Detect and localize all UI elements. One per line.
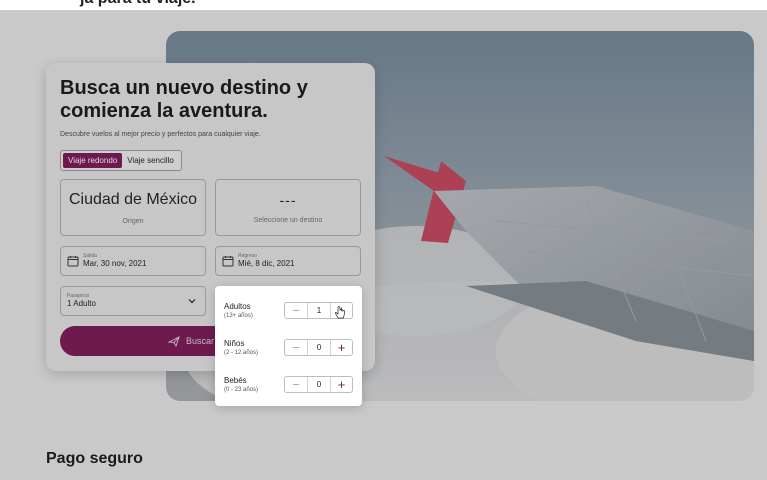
passenger-type-age: (0 - 23 años) [224,386,259,393]
children-count: 0 [307,340,330,355]
return-value: Mié, 8 dic, 2021 [238,259,295,268]
plus-icon[interactable]: + [330,340,352,355]
calendar-icon [67,256,79,267]
trip-type-round[interactable]: Viaje redondo [63,153,123,168]
plane-icon [168,336,180,347]
passenger-row-infants: Bebés (0 - 23 años) − 0 + [224,366,353,403]
departure-value: Mar, 30 nov, 2021 [83,259,147,268]
passenger-type-name: Bebés [224,375,247,385]
passenger-type-age: (13+ años) [224,312,253,319]
departure-date-field[interactable]: Salida Mar, 30 nov, 2021 [60,246,206,276]
origin-value: Ciudad de México [68,190,198,208]
date-row: Salida Mar, 30 nov, 2021 Regreso Mié, 8 … [60,246,361,276]
passenger-type-name: Niños [224,338,245,348]
trip-type-oneway[interactable]: Viaje sencillo [122,153,179,168]
location-row: Ciudad de México Origen --- Seleccione u… [60,179,361,236]
origin-label: Origen [122,217,144,225]
chevron-down-icon [188,299,196,304]
passenger-type-name: Adultos [224,301,251,311]
hero-subtitle: Descubre vuelos al mejor precio y perfec… [60,131,261,138]
infants-count: 0 [307,377,330,392]
return-date-field[interactable]: Regreso Mié, 8 dic, 2021 [215,246,361,276]
destination-field[interactable]: --- Seleccione un destino [215,179,361,236]
hero-title: Busca un nuevo destino y comienza la ave… [60,77,308,122]
minus-icon[interactable]: − [285,340,307,355]
passengers-select[interactable]: Pasajeros 1 Adulto [60,286,206,316]
top-caption-text: ja para tu viaje. [80,0,196,8]
calendar-icon [222,256,234,267]
top-caption: ja para tu viaje. [0,0,767,10]
search-button-label: Buscar [186,336,215,346]
secure-payment-heading: Pago seguro [46,450,143,467]
passengers-value: 1 Adulto [67,299,96,308]
adults-count: 1 [307,303,330,318]
infants-stepper: − 0 + [284,376,353,393]
passenger-type-age: (2 - 12 años) [224,349,259,356]
destination-label: Seleccione un destino [253,216,323,224]
minus-icon[interactable]: − [285,303,307,318]
plus-icon[interactable]: + [330,377,352,392]
passenger-row-children: Niños (2 - 12 años) − 0 + [224,329,353,366]
trip-type-toggle: Viaje redondo Viaje sencillo [60,150,182,171]
hand-cursor-icon [335,306,345,319]
origin-field[interactable]: Ciudad de México Origen [60,179,206,236]
minus-icon[interactable]: − [285,377,307,392]
destination-value: --- [279,191,297,208]
children-stepper: − 0 + [284,339,353,356]
passenger-popup: Adultos (13+ años) − 1 + Niños (2 - 12 a… [215,286,362,406]
